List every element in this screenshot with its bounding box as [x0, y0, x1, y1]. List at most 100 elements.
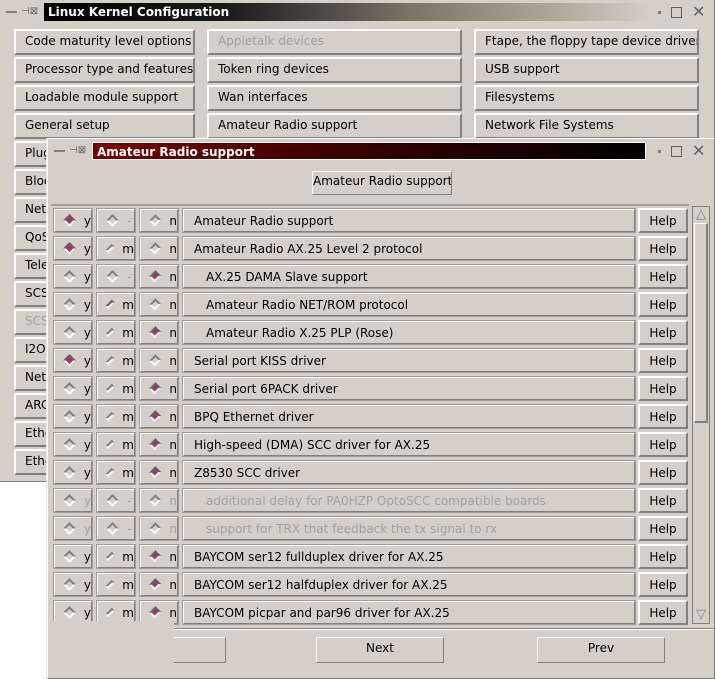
menu-button[interactable]: Processor type and features — [14, 57, 195, 83]
maximize-icon[interactable] — [671, 6, 682, 18]
minimize-icon[interactable] — [658, 10, 661, 14]
scroll-down-arrow-icon[interactable]: ▽ — [694, 608, 708, 622]
help-button[interactable]: Help — [638, 572, 688, 597]
menu-button[interactable]: Amateur Radio support — [207, 113, 462, 139]
radio-m[interactable]: m — [96, 432, 136, 457]
menu-button[interactable]: Code maturity level options — [14, 29, 195, 55]
scroll-up-arrow-icon[interactable]: △ — [694, 208, 708, 222]
option-label: BPQ Ethernet driver — [182, 404, 636, 429]
scroll-thumb[interactable] — [694, 223, 708, 423]
menu-button[interactable]: General setup — [14, 113, 195, 139]
close-icon[interactable]: ✕ — [692, 4, 705, 20]
dialog-titlebar[interactable]: ⊣⊠ Amateur Radio support ✕ — [48, 141, 714, 161]
menu-button[interactable]: USB support — [474, 57, 699, 83]
help-button[interactable]: Help — [638, 460, 688, 485]
radio-n[interactable]: n — [139, 320, 179, 345]
radio-m[interactable]: m — [96, 292, 136, 317]
menu-button[interactable]: Appletalk devices — [207, 29, 462, 55]
radio-unselected-icon — [63, 438, 76, 451]
radio-label: y — [83, 437, 91, 452]
menu-button[interactable]: Loadable module support — [14, 85, 195, 111]
radio-y[interactable]: y — [53, 404, 93, 429]
radio-label: - — [127, 493, 132, 508]
radio-n[interactable]: n — [139, 292, 179, 317]
help-button[interactable]: Help — [638, 264, 688, 289]
window-menu-icon[interactable] — [6, 11, 17, 13]
radio-y[interactable]: y — [53, 264, 93, 289]
help-button[interactable]: Help — [638, 432, 688, 457]
radio-y[interactable]: y — [53, 292, 93, 317]
help-button[interactable]: Help — [638, 236, 688, 261]
minimize-icon[interactable] — [658, 149, 661, 153]
radio-y[interactable]: y — [53, 544, 93, 569]
radio-m[interactable]: - — [96, 516, 136, 541]
help-button[interactable]: Help — [638, 376, 688, 401]
radio-m[interactable]: m — [96, 376, 136, 401]
help-button[interactable]: Help — [638, 348, 688, 373]
menu-button[interactable]: Network File Systems — [474, 113, 699, 139]
next-button[interactable]: Next — [316, 637, 444, 663]
radio-m[interactable]: - — [96, 488, 136, 513]
help-button[interactable]: Help — [638, 516, 688, 541]
radio-y[interactable]: y — [53, 208, 93, 233]
close-icon[interactable]: ✕ — [692, 143, 705, 159]
option-label: support for TRX that feedback the tx sig… — [182, 516, 636, 541]
radio-n[interactable]: n — [139, 516, 179, 541]
radio-m[interactable]: m — [96, 572, 136, 597]
radio-y[interactable]: y — [53, 488, 93, 513]
radio-n[interactable]: n — [139, 348, 179, 373]
pin-icon[interactable]: ⊣⊠ — [69, 146, 86, 156]
radio-n[interactable]: n — [139, 264, 179, 289]
menu-button[interactable]: Ftape, the floppy tape device driver — [474, 29, 699, 55]
option-label: Amateur Radio support — [182, 208, 636, 233]
radio-label: n — [169, 297, 177, 312]
radio-n[interactable]: n — [139, 488, 179, 513]
radio-m[interactable]: m — [96, 320, 136, 345]
help-button[interactable]: Help — [638, 208, 688, 233]
radio-n[interactable]: n — [139, 460, 179, 485]
radio-n[interactable]: n — [139, 544, 179, 569]
radio-m[interactable]: - — [96, 264, 136, 289]
radio-y[interactable]: y — [53, 572, 93, 597]
help-button[interactable]: Help — [638, 544, 688, 569]
radio-y[interactable]: y — [53, 348, 93, 373]
menu-button[interactable]: Filesystems — [474, 85, 699, 111]
option-row: y m n Amateur Radio NET/ROM protocol Help — [51, 290, 689, 318]
radio-unselected-icon — [63, 606, 76, 619]
help-button[interactable]: Help — [638, 488, 688, 513]
menu-button[interactable]: Wan interfaces — [207, 85, 462, 111]
radio-n[interactable]: n — [139, 376, 179, 401]
radio-n[interactable]: n — [139, 572, 179, 597]
radio-m[interactable]: m — [96, 404, 136, 429]
radio-y[interactable]: y — [53, 376, 93, 401]
help-button[interactable]: Help — [638, 320, 688, 345]
window-menu-icon[interactable] — [54, 150, 65, 152]
radio-y[interactable]: y — [53, 320, 93, 345]
option-row: y m n BPQ Ethernet driver Help — [51, 402, 689, 430]
radio-n[interactable]: n — [139, 208, 179, 233]
main-titlebar[interactable]: ⊣⊠ Linux Kernel Configuration ✕ — [0, 2, 715, 22]
scrollbar[interactable]: △ ▽ — [692, 206, 710, 624]
radio-unselected-icon — [63, 298, 76, 311]
radio-m[interactable]: m — [96, 460, 136, 485]
radio-n[interactable]: n — [139, 432, 179, 457]
radio-y[interactable]: y — [53, 236, 93, 261]
radio-n[interactable]: n — [139, 404, 179, 429]
radio-m[interactable]: m — [96, 236, 136, 261]
radio-m[interactable]: - — [96, 208, 136, 233]
section-header-button[interactable]: Amateur Radio support — [312, 171, 452, 195]
help-button[interactable]: Help — [638, 600, 688, 625]
help-button[interactable]: Help — [638, 292, 688, 317]
radio-y[interactable]: y — [53, 516, 93, 541]
radio-m[interactable]: m — [96, 348, 136, 373]
radio-unselected-icon — [106, 522, 119, 535]
radio-n[interactable]: n — [139, 236, 179, 261]
radio-y[interactable]: y — [53, 432, 93, 457]
prev-button[interactable]: Prev — [537, 637, 665, 663]
maximize-icon[interactable] — [671, 145, 682, 157]
pin-icon[interactable]: ⊣⊠ — [21, 7, 38, 17]
radio-y[interactable]: y — [53, 460, 93, 485]
menu-button[interactable]: Token ring devices — [207, 57, 462, 83]
radio-m[interactable]: m — [96, 544, 136, 569]
help-button[interactable]: Help — [638, 404, 688, 429]
